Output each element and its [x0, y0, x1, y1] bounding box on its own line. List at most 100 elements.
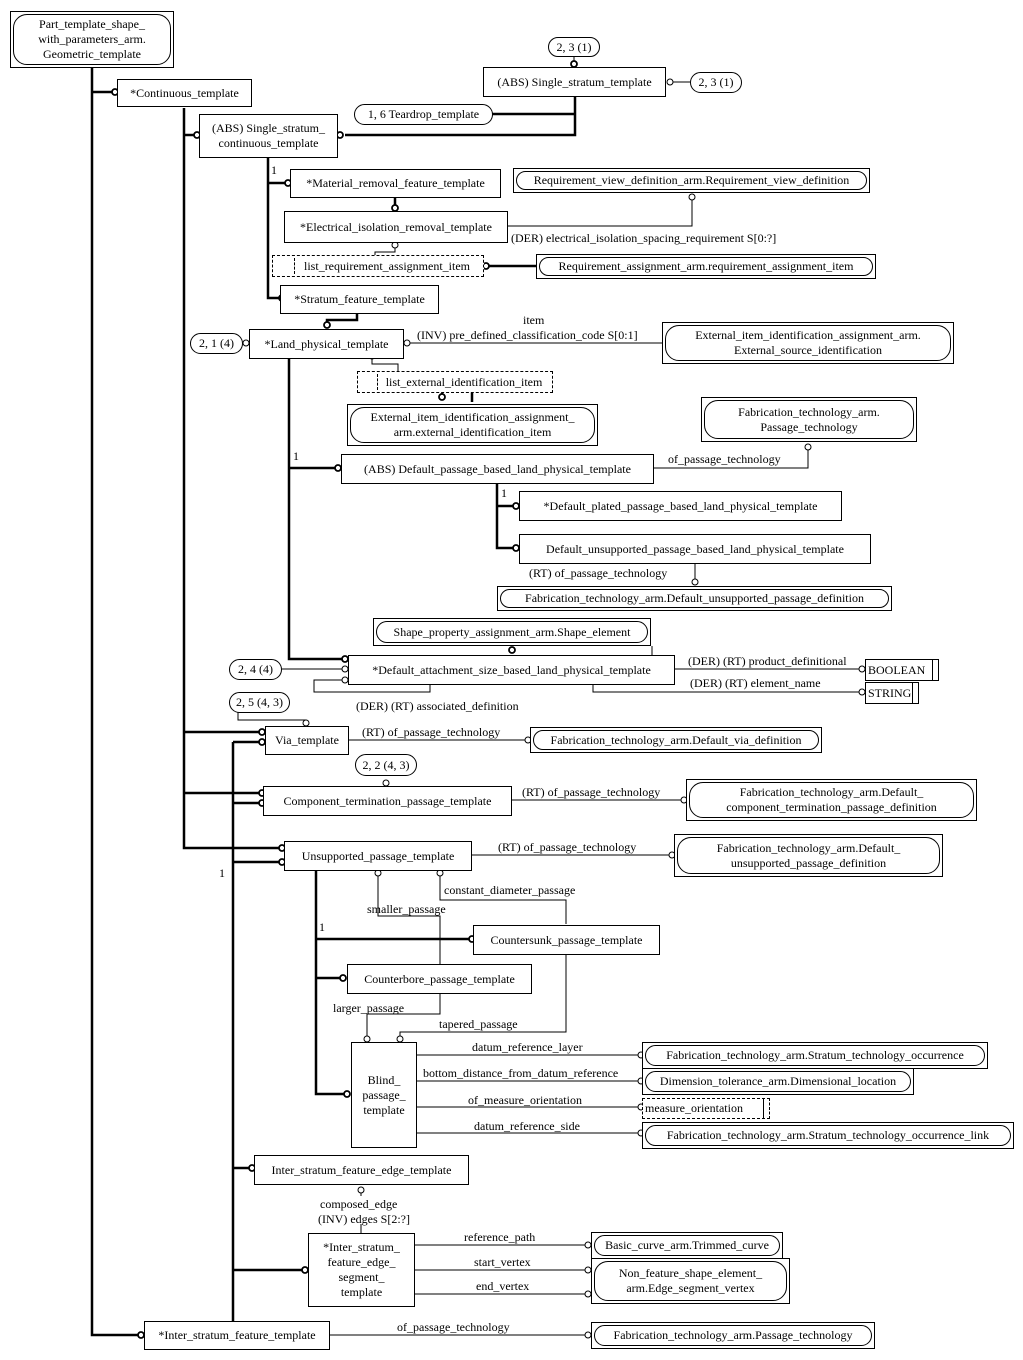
entity-component-termination-passage-template[interactable]: Component_termination_passage_template	[263, 786, 512, 816]
select-measure-orientation-label: measure_orientation	[645, 1101, 743, 1115]
attr-of-passage-technology: of_passage_technology	[668, 452, 781, 466]
attr-start-vertex: start_vertex	[474, 1255, 531, 1269]
select-inner-divider	[377, 374, 378, 390]
ext-stratum-technology-occurrence-link[interactable]: Fabrication_technology_arm.Stratum_techn…	[642, 1122, 1014, 1149]
entity-single-stratum-continuous-template[interactable]: (ABS) Single_stratum_ continuous_templat…	[199, 114, 338, 158]
page-ref-2-3-1-top[interactable]: 2, 3 (1)	[548, 37, 600, 57]
ext-default-via-definition-label: Fabrication_technology_arm.Default_via_d…	[533, 730, 819, 750]
entity-default-attachment-size-based-land-physical-template[interactable]: *Default_attachment_size_based_land_phys…	[348, 655, 675, 685]
attr-datum-reference-layer: datum_reference_layer	[472, 1040, 583, 1054]
attr-pre-defined-classification-code: (INV) pre_defined_classification_code S[…	[417, 328, 638, 342]
ext-default-unsupported-passage-definition-2[interactable]: Fabrication_technology_arm.Default_ unsu…	[674, 834, 943, 877]
ext-default-component-termination-passage-definition[interactable]: Fabrication_technology_arm.Default_ comp…	[686, 779, 977, 821]
ext-requirement-assignment-item[interactable]: Requirement_assignment_arm.requirement_a…	[536, 254, 876, 279]
type-boolean-label: BOOLEAN	[868, 662, 926, 677]
attr-product-definitional: (DER) (RT) product_definitional	[688, 654, 847, 668]
type-boolean[interactable]: BOOLEAN	[865, 659, 939, 681]
entity-inter-stratum-feature-edge-segment-template[interactable]: *Inter_stratum_ feature_edge_ segment_ t…	[308, 1233, 415, 1307]
page-ref-2-1-4[interactable]: 2, 1 (4)	[190, 333, 243, 354]
attr-datum-reference-side: datum_reference_side	[474, 1119, 580, 1133]
ext-trimmed-curve-label: Basic_curve_arm.Trimmed_curve	[594, 1235, 780, 1256]
entity-unsupported-passage-template[interactable]: Unsupported_passage_template	[284, 841, 472, 871]
type-string-label: STRING	[868, 685, 912, 700]
entity-default-unsupported-passage-based-land-physical-template[interactable]: Default_unsupported_passage_based_land_p…	[519, 534, 871, 564]
attr-composed-edge: composed_edge	[320, 1197, 398, 1211]
attr-via-of-passage-technology: (RT) of_passage_technology	[362, 725, 501, 739]
entity-countersunk-passage-template[interactable]: Countersunk_passage_template	[473, 925, 660, 955]
type-string[interactable]: STRING	[865, 682, 919, 704]
ext-default-unsupported-passage-definition-1[interactable]: Fabrication_technology_arm.Default_unsup…	[497, 586, 892, 611]
attr-reference-path: reference_path	[464, 1230, 536, 1244]
ext-requirement-view-definition-label: Requirement_view_definition_arm.Requirem…	[516, 171, 867, 190]
root-geometric-template[interactable]: Part_template_shape_ with_parameters_arm…	[10, 11, 174, 68]
attr-inv-edges: (INV) edges S[2:?]	[318, 1212, 410, 1226]
cardinality-one: 1	[219, 866, 225, 880]
select-inner-divider	[294, 258, 295, 274]
attr-unsupported-of-passage-technology: (RT) of_passage_technology	[498, 840, 637, 854]
root-geometric-template-label: Part_template_shape_ with_parameters_arm…	[13, 14, 171, 65]
entity-counterbore-passage-template[interactable]: Counterbore_passage_template	[347, 964, 532, 994]
attr-element-name: (DER) (RT) element_name	[690, 676, 821, 690]
page-ref-2-5-4-3[interactable]: 2, 5 (4, 3)	[229, 692, 290, 713]
entity-stratum-feature-template[interactable]: *Stratum_feature_template	[280, 285, 439, 314]
page-ref-teardrop-template[interactable]: 1, 6 Teardrop_template	[354, 104, 493, 125]
cardinality-one: 1	[293, 449, 299, 463]
entity-single-stratum-template[interactable]: (ABS) Single_stratum_template	[483, 67, 666, 97]
ext-requirement-assignment-item-label: Requirement_assignment_arm.requirement_a…	[539, 257, 873, 276]
entity-material-removal-feature-template[interactable]: *Material_removal_feature_template	[290, 169, 501, 198]
ext-passage-technology-top[interactable]: Fabrication_technology_arm. Passage_tech…	[701, 397, 917, 442]
ext-requirement-view-definition[interactable]: Requirement_view_definition_arm.Requirem…	[513, 168, 870, 193]
ssc-trunk-line	[266, 158, 280, 300]
attr-bottom-distance-from-datum-reference: bottom_distance_from_datum_reference	[423, 1066, 619, 1080]
attr-electrical-isolation-spacing-requirement: (DER) electrical_isolation_spacing_requi…	[511, 231, 777, 245]
attr-larger-passage: larger_passage	[333, 1001, 405, 1015]
ext-default-unsupported-passage-definition-1-label: Fabrication_technology_arm.Default_unsup…	[500, 589, 889, 608]
cardinality-one: 1	[501, 486, 507, 500]
entity-blind-passage-template[interactable]: Blind_ passage_ template	[351, 1042, 417, 1148]
attr-associated-definition: (DER) (RT) associated_definition	[356, 699, 519, 713]
ext-default-component-termination-passage-definition-label: Fabrication_technology_arm.Default_ comp…	[689, 782, 974, 818]
page-ref-2-3-1-right[interactable]: 2, 3 (1)	[690, 72, 742, 93]
entity-default-passage-based-land-physical-template[interactable]: (ABS) Default_passage_based_land_physica…	[341, 454, 654, 484]
ext-shape-element[interactable]: Shape_property_assignment_arm.Shape_elem…	[373, 618, 651, 646]
entity-inter-stratum-feature-edge-template[interactable]: Inter_stratum_feature_edge_template	[254, 1155, 469, 1185]
unsupported-trunk-line	[314, 870, 345, 1096]
attr-inter-stratum-of-passage-technology: of_passage_technology	[397, 1320, 510, 1334]
ext-default-via-definition[interactable]: Fabrication_technology_arm.Default_via_d…	[530, 727, 822, 753]
page-ref-2-2-4-3[interactable]: 2, 2 (4, 3)	[355, 754, 417, 776]
ext-default-unsupported-passage-definition-2-label: Fabrication_technology_arm.Default_ unsu…	[677, 837, 940, 874]
ext-external-source-identification[interactable]: External_item_identification_assignment_…	[662, 322, 954, 364]
root-trunk-line	[90, 68, 138, 1337]
select-list-requirement-assignment-item[interactable]: list_requirement_assignment_item	[272, 255, 484, 277]
select-measure-orientation[interactable]: measure_orientation	[642, 1098, 770, 1119]
land-trunk-line	[287, 358, 342, 661]
attr-rt-of-passage-technology: (RT) of_passage_technology	[529, 566, 668, 580]
ext-stratum-technology-occurrence[interactable]: Fabrication_technology_arm.Stratum_techn…	[642, 1042, 988, 1069]
cardinality-one: 1	[319, 920, 325, 934]
ext-shape-element-label: Shape_property_assignment_arm.Shape_elem…	[376, 621, 648, 643]
ext-passage-technology-bottom-label: Fabrication_technology_arm.Passage_techn…	[594, 1325, 872, 1346]
ext-dimensional-location[interactable]: Dimension_tolerance_arm.Dimensional_loca…	[642, 1068, 914, 1095]
ext-passage-technology-bottom[interactable]: Fabrication_technology_arm.Passage_techn…	[591, 1322, 875, 1349]
ext-trimmed-curve[interactable]: Basic_curve_arm.Trimmed_curve	[591, 1232, 783, 1259]
select-list-external-identification-item-label: list_external_identification_item	[385, 374, 543, 389]
entity-electrical-isolation-removal-template[interactable]: *Electrical_isolation_removal_template	[284, 211, 508, 243]
attr-component-of-passage-technology: (RT) of_passage_technology	[522, 785, 661, 799]
cardinality-one: 1	[271, 163, 277, 177]
ext-edge-segment-vertex[interactable]: Non_feature_shape_element_ arm.Edge_segm…	[591, 1258, 790, 1304]
ext-dimensional-location-label: Dimension_tolerance_arm.Dimensional_loca…	[645, 1071, 911, 1092]
attr-tapered-passage: tapered_passage	[439, 1017, 518, 1031]
attr-of-measure-orientation: of_measure_orientation	[468, 1093, 582, 1107]
entity-inter-stratum-feature-template[interactable]: *Inter_stratum_feature_template	[144, 1321, 330, 1350]
ext-passage-technology-top-label: Fabrication_technology_arm. Passage_tech…	[704, 400, 914, 439]
entity-continuous-template[interactable]: *Continuous_template	[117, 79, 252, 107]
page-ref-2-4-4[interactable]: 2, 4 (4)	[229, 659, 282, 680]
ext-external-identification-item-label: External_item_identification_assignment_…	[350, 407, 595, 443]
ext-stratum-technology-occurrence-link-label: Fabrication_technology_arm.Stratum_techn…	[645, 1125, 1011, 1146]
entity-land-physical-template[interactable]: *Land_physical_template	[249, 329, 404, 359]
ext-external-source-identification-label: External_item_identification_assignment_…	[665, 325, 951, 361]
ext-external-identification-item[interactable]: External_item_identification_assignment_…	[347, 404, 598, 446]
entity-via-template[interactable]: Via_template	[265, 726, 349, 755]
select-list-external-identification-item[interactable]: list_external_identification_item	[357, 371, 553, 393]
entity-default-plated-passage-based-land-physical-template[interactable]: *Default_plated_passage_based_land_physi…	[519, 491, 842, 521]
